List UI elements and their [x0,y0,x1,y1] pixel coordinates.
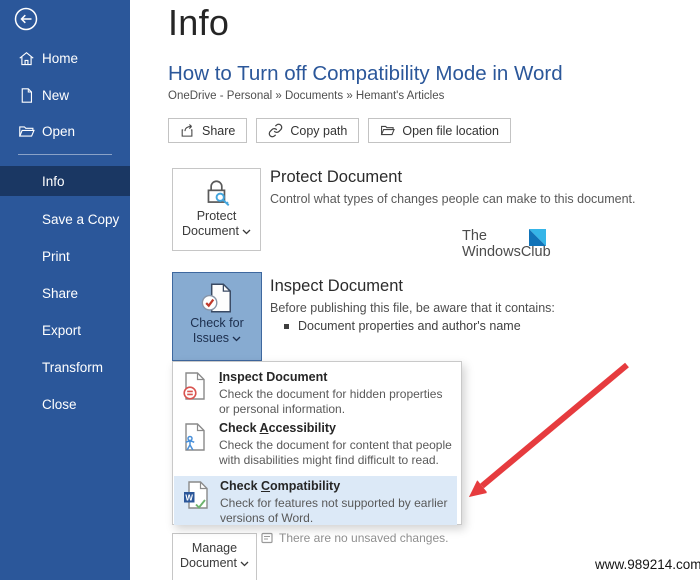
inspect-section-description: Before publishing this file, be aware th… [270,301,555,315]
backstage-sidebar: Home New Open Info Save a Copy Print [0,0,130,580]
inspect-bullet-item: Document properties and author's name [284,319,521,333]
unsaved-changes-icon [261,532,273,544]
protect-section-description: Control what types of changes people can… [270,192,636,206]
sidebar-item-export[interactable]: Export [0,316,130,344]
windowsclub-watermark: The WindowsClub [462,228,572,264]
protect-section-title: Protect Document [270,168,402,187]
check-accessibility-icon [182,422,208,452]
sidebar-item-save-a-copy[interactable]: Save a Copy [0,205,130,233]
open-file-location-button[interactable]: Open file location [368,118,511,143]
menu-item-description: Check the document for hidden properties… [219,387,453,416]
folder-icon [380,123,395,138]
sidebar-item-label: New [42,88,69,103]
sidebar-item-label: Print [42,249,70,264]
manage-document-button-label: Manage Document [173,541,256,571]
open-folder-icon [18,123,35,140]
document-title: How to Turn off Compatibility Mode in Wo… [168,62,563,86]
check-for-issues-button[interactable]: Check for Issues [172,272,262,361]
chevron-down-icon [232,331,241,346]
sidebar-item-label: Save a Copy [42,212,119,227]
sidebar-item-label: Share [42,286,78,301]
check-compatibility-icon: W [183,480,209,510]
sidebar-item-label: Home [42,51,78,66]
bullet-icon [284,324,289,329]
breadcrumb: OneDrive - Personal » Documents » Hemant… [168,90,444,102]
sidebar-item-label: Export [42,323,81,338]
new-document-icon [18,87,35,104]
windowsclub-logo-icon [529,229,546,246]
sidebar-item-transform[interactable]: Transform [0,353,130,381]
website-watermark: www.989214.com [595,557,700,572]
back-arrow-icon [12,5,40,33]
page-title: Info [168,2,229,44]
red-annotation-arrow [455,352,645,512]
sidebar-item-open[interactable]: Open [0,117,130,145]
inspect-bullet-text: Document properties and author's name [298,319,521,333]
check-issues-document-icon [199,280,235,316]
manage-document-status-text: There are no unsaved changes. [279,531,448,545]
windowsclub-watermark-line2: WindowsClub [462,244,572,260]
copy-path-button-label: Copy path [290,124,347,138]
share-button-label: Share [202,124,235,138]
share-icon [180,123,195,138]
inspect-section-title: Inspect Document [270,277,403,296]
share-button[interactable]: Share [168,118,247,143]
sidebar-item-print[interactable]: Print [0,242,130,270]
lock-key-icon [200,177,234,209]
protect-document-button-label: Protect Document [173,209,260,239]
menu-item-title: Inspect Document [219,370,453,385]
check-for-issues-button-label: Check for Issues [173,316,261,346]
sidebar-item-new[interactable]: New [0,81,130,109]
menu-item-check-compatibility[interactable]: W Check Compatibility Check for features… [174,476,457,525]
menu-item-title: Check Compatibility [220,479,454,494]
home-icon [18,50,35,67]
word-backstage-info-screen: Home New Open Info Save a Copy Print [0,0,700,580]
svg-text:W: W [185,494,193,503]
protect-document-button[interactable]: Protect Document [172,168,261,251]
menu-item-title: Check Accessibility [219,421,453,436]
sidebar-item-info[interactable]: Info [0,166,130,196]
menu-item-description: Check for features not supported by earl… [220,496,454,525]
sidebar-item-home[interactable]: Home [0,44,130,72]
back-button[interactable] [12,5,40,33]
sidebar-item-close[interactable]: Close [0,390,130,418]
windowsclub-watermark-line1: The [462,228,572,244]
menu-item-check-accessibility[interactable]: Check Accessibility Check the document f… [173,421,461,469]
chevron-down-icon [242,224,251,239]
manage-document-button[interactable]: Manage Document [172,533,257,580]
sidebar-item-label: Transform [42,360,103,375]
sidebar-item-label: Info [42,174,65,189]
sidebar-item-share[interactable]: Share [0,279,130,307]
check-for-issues-dropdown-menu: Inspect Document Check the document for … [172,361,462,525]
copy-path-button[interactable]: Copy path [256,118,359,143]
open-file-location-button-label: Open file location [402,124,499,138]
menu-item-inspect-document[interactable]: Inspect Document Check the document for … [173,370,461,418]
menu-item-description: Check the document for content that peop… [219,438,453,467]
document-action-bar: Share Copy path Open file location [168,118,511,143]
sidebar-item-label: Close [42,397,77,412]
link-icon [268,123,283,138]
sidebar-item-label: Open [42,124,75,139]
chevron-down-icon [240,556,249,571]
inspect-document-icon [182,371,208,401]
sidebar-divider [18,154,112,155]
manage-document-status: There are no unsaved changes. [261,531,448,545]
